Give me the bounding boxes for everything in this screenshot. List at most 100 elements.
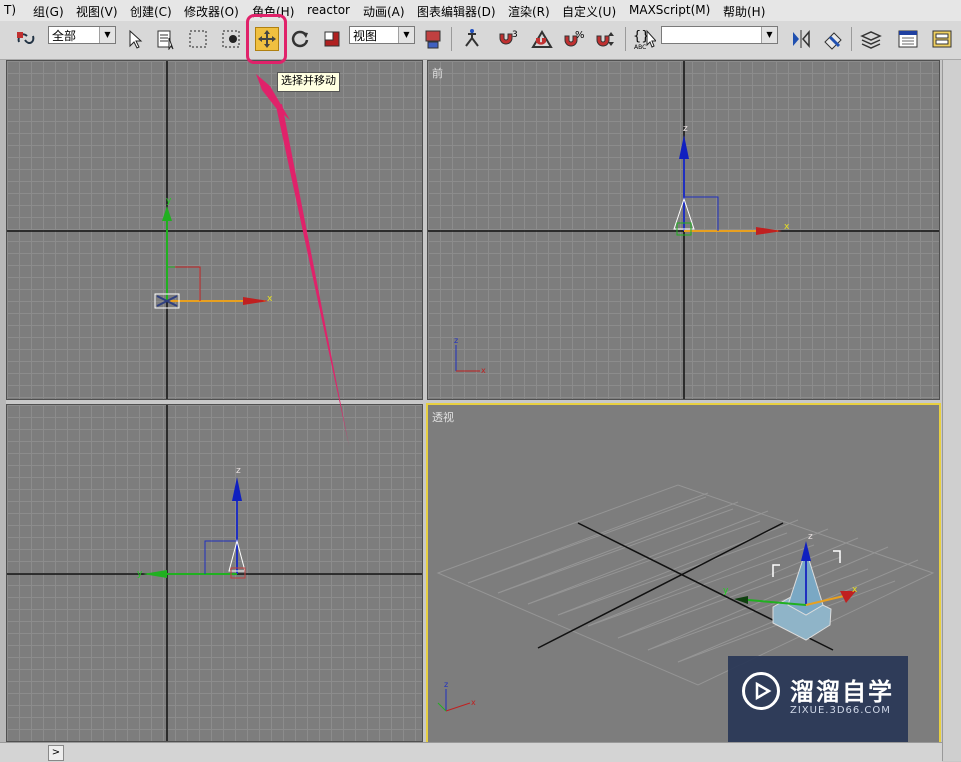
curve-editor-icon: [898, 30, 918, 48]
window-crossing-icon: [222, 30, 240, 48]
curve-editor-button[interactable]: [896, 27, 920, 51]
selection-filter-value: 全部: [52, 29, 77, 43]
chevron-down-icon: ▼: [761, 27, 777, 43]
menu-tools[interactable]: T): [4, 3, 16, 17]
chevron-down-icon: ▼: [99, 27, 115, 43]
mini-axis-x-label: x: [471, 698, 476, 707]
spinner-snap-button[interactable]: [594, 27, 618, 51]
gizmo-z-label: z: [683, 124, 688, 134]
mini-axis-x-label: x: [481, 366, 486, 375]
viewport-front[interactable]: 前 z x z x: [427, 60, 940, 400]
gizmo-y-arrow: [143, 570, 167, 578]
select-by-name-button[interactable]: [154, 27, 178, 51]
spinner-snap-icon: [596, 32, 614, 47]
svg-text:%: %: [575, 30, 585, 41]
snaps-toggle-button[interactable]: 3: [496, 27, 520, 51]
menu-reactor[interactable]: reactor: [307, 3, 350, 17]
rectangle-selection-icon: [189, 30, 207, 48]
viewport-left-canvas: z y: [7, 405, 422, 741]
named-selection-dropdown[interactable]: ▼: [661, 26, 778, 44]
viewport-top-canvas: y x: [7, 61, 422, 399]
status-bar: >: [0, 742, 942, 762]
menu-graph-editors[interactable]: 图表编辑器(D): [417, 3, 496, 20]
viewport-top[interactable]: y x: [6, 60, 423, 400]
pivot-center-button[interactable]: [421, 27, 445, 51]
named-selection-icon: {}ABC: [633, 29, 656, 51]
select-and-rotate-button[interactable]: [288, 27, 312, 51]
align-icon: [824, 32, 842, 50]
gizmo-x-label: x: [852, 585, 858, 595]
gizmo-y-label: y: [166, 196, 172, 206]
pivot-center-icon: [425, 30, 441, 49]
tool-highlight-box: [246, 14, 287, 64]
viewport-label: 透视: [432, 411, 454, 424]
reference-coordinate-dropdown[interactable]: 视图 ▼: [349, 26, 415, 44]
gizmo-y-arrow: [162, 206, 172, 221]
menu-animation[interactable]: 动画(A): [363, 3, 405, 20]
main-toolbar: 全部 ▼ 视图 ▼ 3 % {} ABC ▼: [0, 21, 961, 60]
perspective-grid: [436, 484, 935, 686]
viewport-left[interactable]: z y: [6, 404, 423, 742]
select-and-scale-button[interactable]: [320, 27, 344, 51]
percent-snap-button[interactable]: %: [562, 27, 586, 51]
mini-axis-y: [437, 702, 447, 712]
command-panel-edge[interactable]: [942, 60, 961, 761]
cursor-arrow-icon: [129, 29, 143, 49]
gizmo-z-arrow: [679, 135, 689, 159]
rectangular-region-button[interactable]: [186, 27, 210, 51]
scale-icon: [324, 31, 340, 47]
menu-group[interactable]: 组(G): [33, 3, 64, 20]
select-by-name-icon: [157, 30, 174, 50]
mirror-button[interactable]: [789, 27, 813, 51]
watermark-title: 溜溜自学: [790, 678, 894, 706]
mini-axis-z-label: z: [444, 680, 448, 689]
toolbar-divider: [451, 27, 452, 51]
gizmo-x-arrow: [243, 297, 269, 305]
align-button[interactable]: [821, 27, 845, 51]
gizmo-z-label: z: [236, 466, 241, 476]
menu-rendering[interactable]: 渲染(R): [508, 3, 550, 20]
gizmo-y-label: y: [137, 569, 143, 579]
select-link-button[interactable]: [14, 27, 38, 51]
layers-icon: [860, 31, 882, 49]
manipulate-icon: [465, 29, 479, 47]
angle-snap-button[interactable]: [530, 27, 554, 51]
menu-maxscript[interactable]: MAXScript(M): [629, 3, 710, 17]
chevron-down-icon: ▼: [398, 27, 414, 43]
percent-snap-icon: %: [564, 30, 585, 47]
schematic-view-icon: [932, 30, 952, 48]
window-crossing-button[interactable]: [220, 27, 244, 51]
gizmo-z-arrow: [232, 477, 242, 501]
gizmo-z-arrow: [801, 541, 811, 561]
timeline-next-button[interactable]: >: [48, 745, 64, 761]
gizmo-plane-handle: [167, 266, 201, 301]
selection-filter-dropdown[interactable]: 全部 ▼: [48, 26, 116, 44]
watermark: 溜溜自学 ZIXUE.3D66.COM: [728, 656, 908, 742]
gizmo-y-label: y: [723, 586, 729, 596]
edit-named-selections-button[interactable]: {} ABC: [632, 27, 656, 51]
snap-magnet-icon: 3: [499, 30, 518, 45]
menu-create[interactable]: 创建(C): [130, 3, 172, 20]
gizmo-x-label: x: [267, 294, 273, 304]
gizmo-x-label: x: [784, 222, 790, 232]
manipulate-button[interactable]: [460, 27, 484, 51]
menu-bar: T) 组(G) 视图(V) 创建(C) 修改器(O) 角色(H) reactor…: [0, 0, 961, 22]
menu-customize[interactable]: 自定义(U): [562, 3, 616, 20]
gizmo-x-arrow: [756, 227, 782, 235]
layer-manager-button[interactable]: [859, 27, 883, 51]
schematic-view-button[interactable]: [930, 27, 954, 51]
reference-coordinate-value: 视图: [353, 29, 378, 43]
menu-help[interactable]: 帮助(H): [723, 3, 765, 20]
toolbar-divider: [851, 27, 852, 51]
mirror-icon: [793, 29, 810, 49]
svg-text:ABC: ABC: [634, 44, 646, 51]
rotate-icon: [291, 30, 309, 48]
menu-view[interactable]: 视图(V): [76, 3, 118, 20]
gizmo-z-label: z: [808, 532, 813, 542]
svg-text:3: 3: [512, 30, 518, 40]
play-logo-icon: [742, 672, 780, 710]
mini-axis-z-label: z: [454, 336, 458, 345]
select-object-button[interactable]: [122, 27, 146, 51]
watermark-url: ZIXUE.3D66.COM: [790, 705, 891, 716]
menu-modifiers[interactable]: 修改器(O): [184, 3, 239, 20]
